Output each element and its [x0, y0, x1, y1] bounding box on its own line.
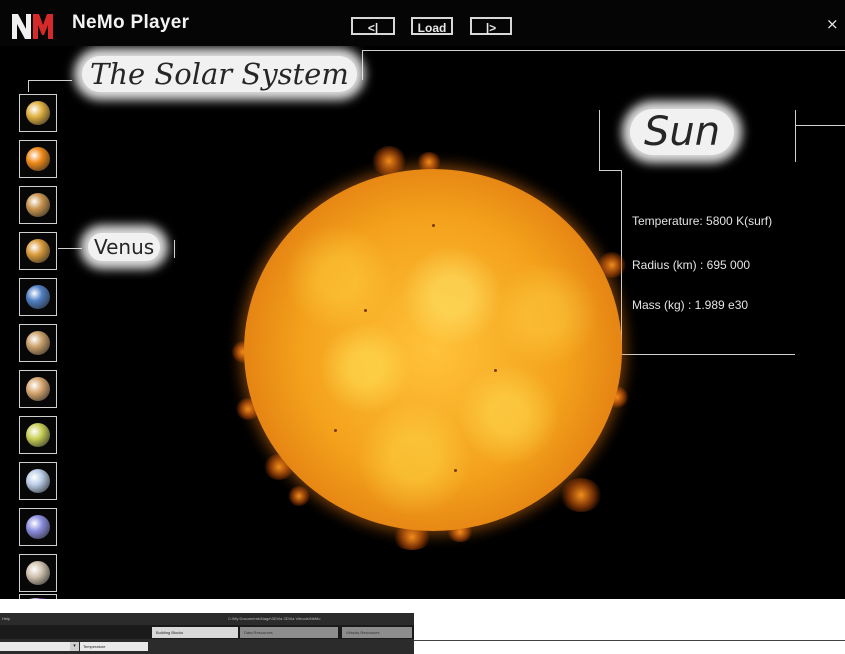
editor-field-1[interactable] [0, 642, 70, 651]
sunspot [334, 429, 337, 432]
saturn-icon [26, 423, 50, 447]
tab-virtools-resources[interactable]: Virtools Resources [342, 627, 412, 638]
radius-info: Radius (km) : 695 000 [632, 258, 751, 272]
solar-flare [560, 478, 602, 512]
load-button[interactable]: Load [411, 17, 453, 35]
planet-button-neptune[interactable] [19, 508, 57, 546]
planet-button-saturn[interactable] [19, 416, 57, 454]
nemo-player-window: NeMo Player <| Load |> × The Solar Syste… [0, 0, 845, 654]
file-path: C:\My Documents\Nage\3DVia 3DVia Virtool… [228, 616, 321, 621]
uranus-icon [26, 469, 50, 493]
sunspot [454, 469, 457, 472]
connector-line [599, 110, 600, 170]
sun-icon [26, 147, 50, 171]
nemo-logo-icon [10, 11, 54, 41]
next-button[interactable]: |> [470, 17, 512, 35]
previous-button[interactable]: <| [351, 17, 395, 35]
connector-line [362, 50, 363, 80]
sun-model[interactable] [232, 146, 632, 550]
tab-data-resources[interactable]: Data Resources [240, 627, 338, 638]
help-menu[interactable]: Help [2, 616, 10, 621]
planet-button-solar-system[interactable] [19, 94, 57, 132]
sunspot [364, 309, 367, 312]
connector-line [795, 125, 845, 126]
temperature-info: Temperature: 5800 K(surf) [632, 214, 773, 228]
sunspot [494, 369, 497, 372]
selected-body-label: Sun [630, 109, 735, 155]
connector-line [28, 80, 29, 92]
solar-system-icon [26, 101, 50, 125]
connector-line [362, 50, 845, 51]
jupiter-icon [26, 377, 50, 401]
connector-line [621, 354, 795, 355]
mars-icon [26, 331, 50, 355]
planet-button-jupiter[interactable] [19, 370, 57, 408]
connector-line [58, 248, 82, 249]
connector-line [795, 110, 796, 162]
sun-sphere [244, 169, 622, 531]
mercury-icon [26, 193, 50, 217]
mass-info: Mass (kg) : 1.989 e30 [632, 298, 749, 312]
venus-icon [26, 239, 50, 263]
close-icon[interactable]: × [826, 15, 839, 33]
divider [414, 640, 845, 641]
app-title: NeMo Player [72, 12, 190, 33]
sunspot [432, 224, 435, 227]
planet-button-mars[interactable] [19, 324, 57, 362]
tab-building-blocks[interactable]: Building Blocks [152, 627, 238, 638]
planet-button-mercury[interactable] [19, 186, 57, 224]
title-bar: NeMo Player <| Load |> × [0, 0, 845, 46]
connector-line [174, 240, 175, 258]
earth-icon [26, 285, 50, 309]
neptune-icon [26, 515, 50, 539]
planet-button-venus[interactable] [19, 232, 57, 270]
hover-planet-label: Venus [88, 233, 161, 261]
pluto-icon [26, 561, 50, 585]
planet-button-pluto[interactable] [19, 554, 57, 592]
solar-flare [288, 486, 310, 506]
planet-button-earth[interactable] [19, 278, 57, 316]
dropdown-icon[interactable]: ▾ [70, 642, 79, 651]
editor-field-2[interactable]: Temperature [80, 642, 148, 651]
connector-line [28, 80, 72, 81]
scene-viewport[interactable]: The Solar System Venus Sun Temperature: … [10, 46, 845, 599]
planet-button-uranus[interactable] [19, 462, 57, 500]
scene-title: The Solar System [82, 56, 357, 92]
planet-button-sun[interactable] [19, 140, 57, 178]
